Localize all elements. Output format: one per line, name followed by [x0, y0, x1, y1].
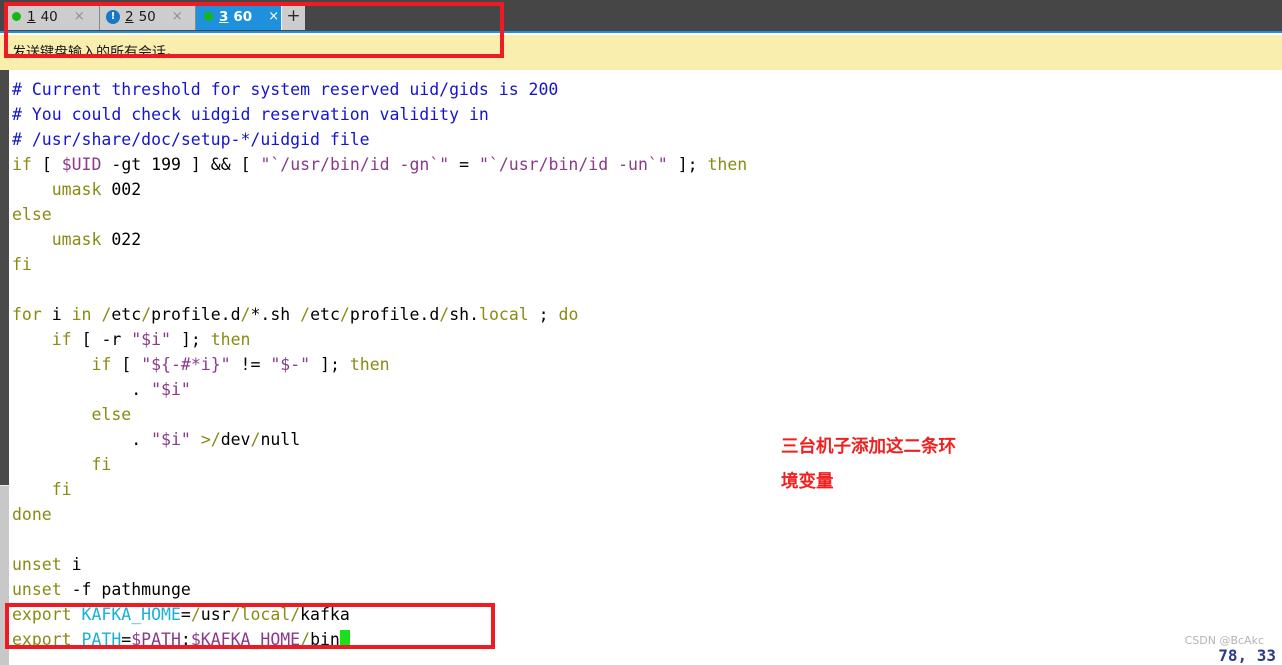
tab-bar: 1 40 × ! 2 50 × 3 60 × +	[0, 0, 1282, 33]
green-dot-icon	[12, 12, 21, 21]
new-tab-button[interactable]: +	[281, 3, 305, 30]
tab-1-label: 40	[40, 8, 58, 25]
tab-2-number: 2	[125, 8, 134, 25]
broadcast-notice-bar: 发送键盘输入的所有会话。	[0, 35, 1282, 70]
terminal-scrollbar[interactable]	[0, 70, 9, 665]
tab-3[interactable]: 3 60 ×	[196, 3, 281, 30]
tab-2-close-icon[interactable]: ×	[172, 9, 183, 24]
broadcast-notice-text: 发送键盘输入的所有会话。	[12, 45, 180, 61]
terminal-cursor	[339, 630, 350, 649]
red-annotation-text: 三台机子添加这二条环 境变量	[781, 437, 956, 492]
terminal-scrollbar-thumb[interactable]	[0, 485, 9, 665]
tab-1[interactable]: 1 40 ×	[4, 3, 100, 30]
blue-exclamation-icon: !	[106, 9, 120, 24]
csdn-watermark: CSDN @BcAkc	[1184, 634, 1264, 647]
tab-3-label: 60	[233, 8, 253, 25]
tab-2[interactable]: ! 2 50 ×	[100, 3, 196, 30]
tab-1-number: 1	[27, 8, 36, 25]
tab-2-label: 50	[138, 8, 156, 25]
tab-3-close-icon[interactable]: ×	[268, 9, 279, 24]
terminal-output-area[interactable]: # Current threshold for system reserved …	[0, 70, 1282, 665]
terminal-code-text: # Current threshold for system reserved …	[12, 80, 748, 649]
cursor-position-status: 78, 33	[1218, 646, 1276, 665]
tab-3-number: 3	[219, 8, 229, 25]
green-dot-icon	[204, 12, 213, 21]
tab-1-close-icon[interactable]: ×	[74, 9, 85, 24]
